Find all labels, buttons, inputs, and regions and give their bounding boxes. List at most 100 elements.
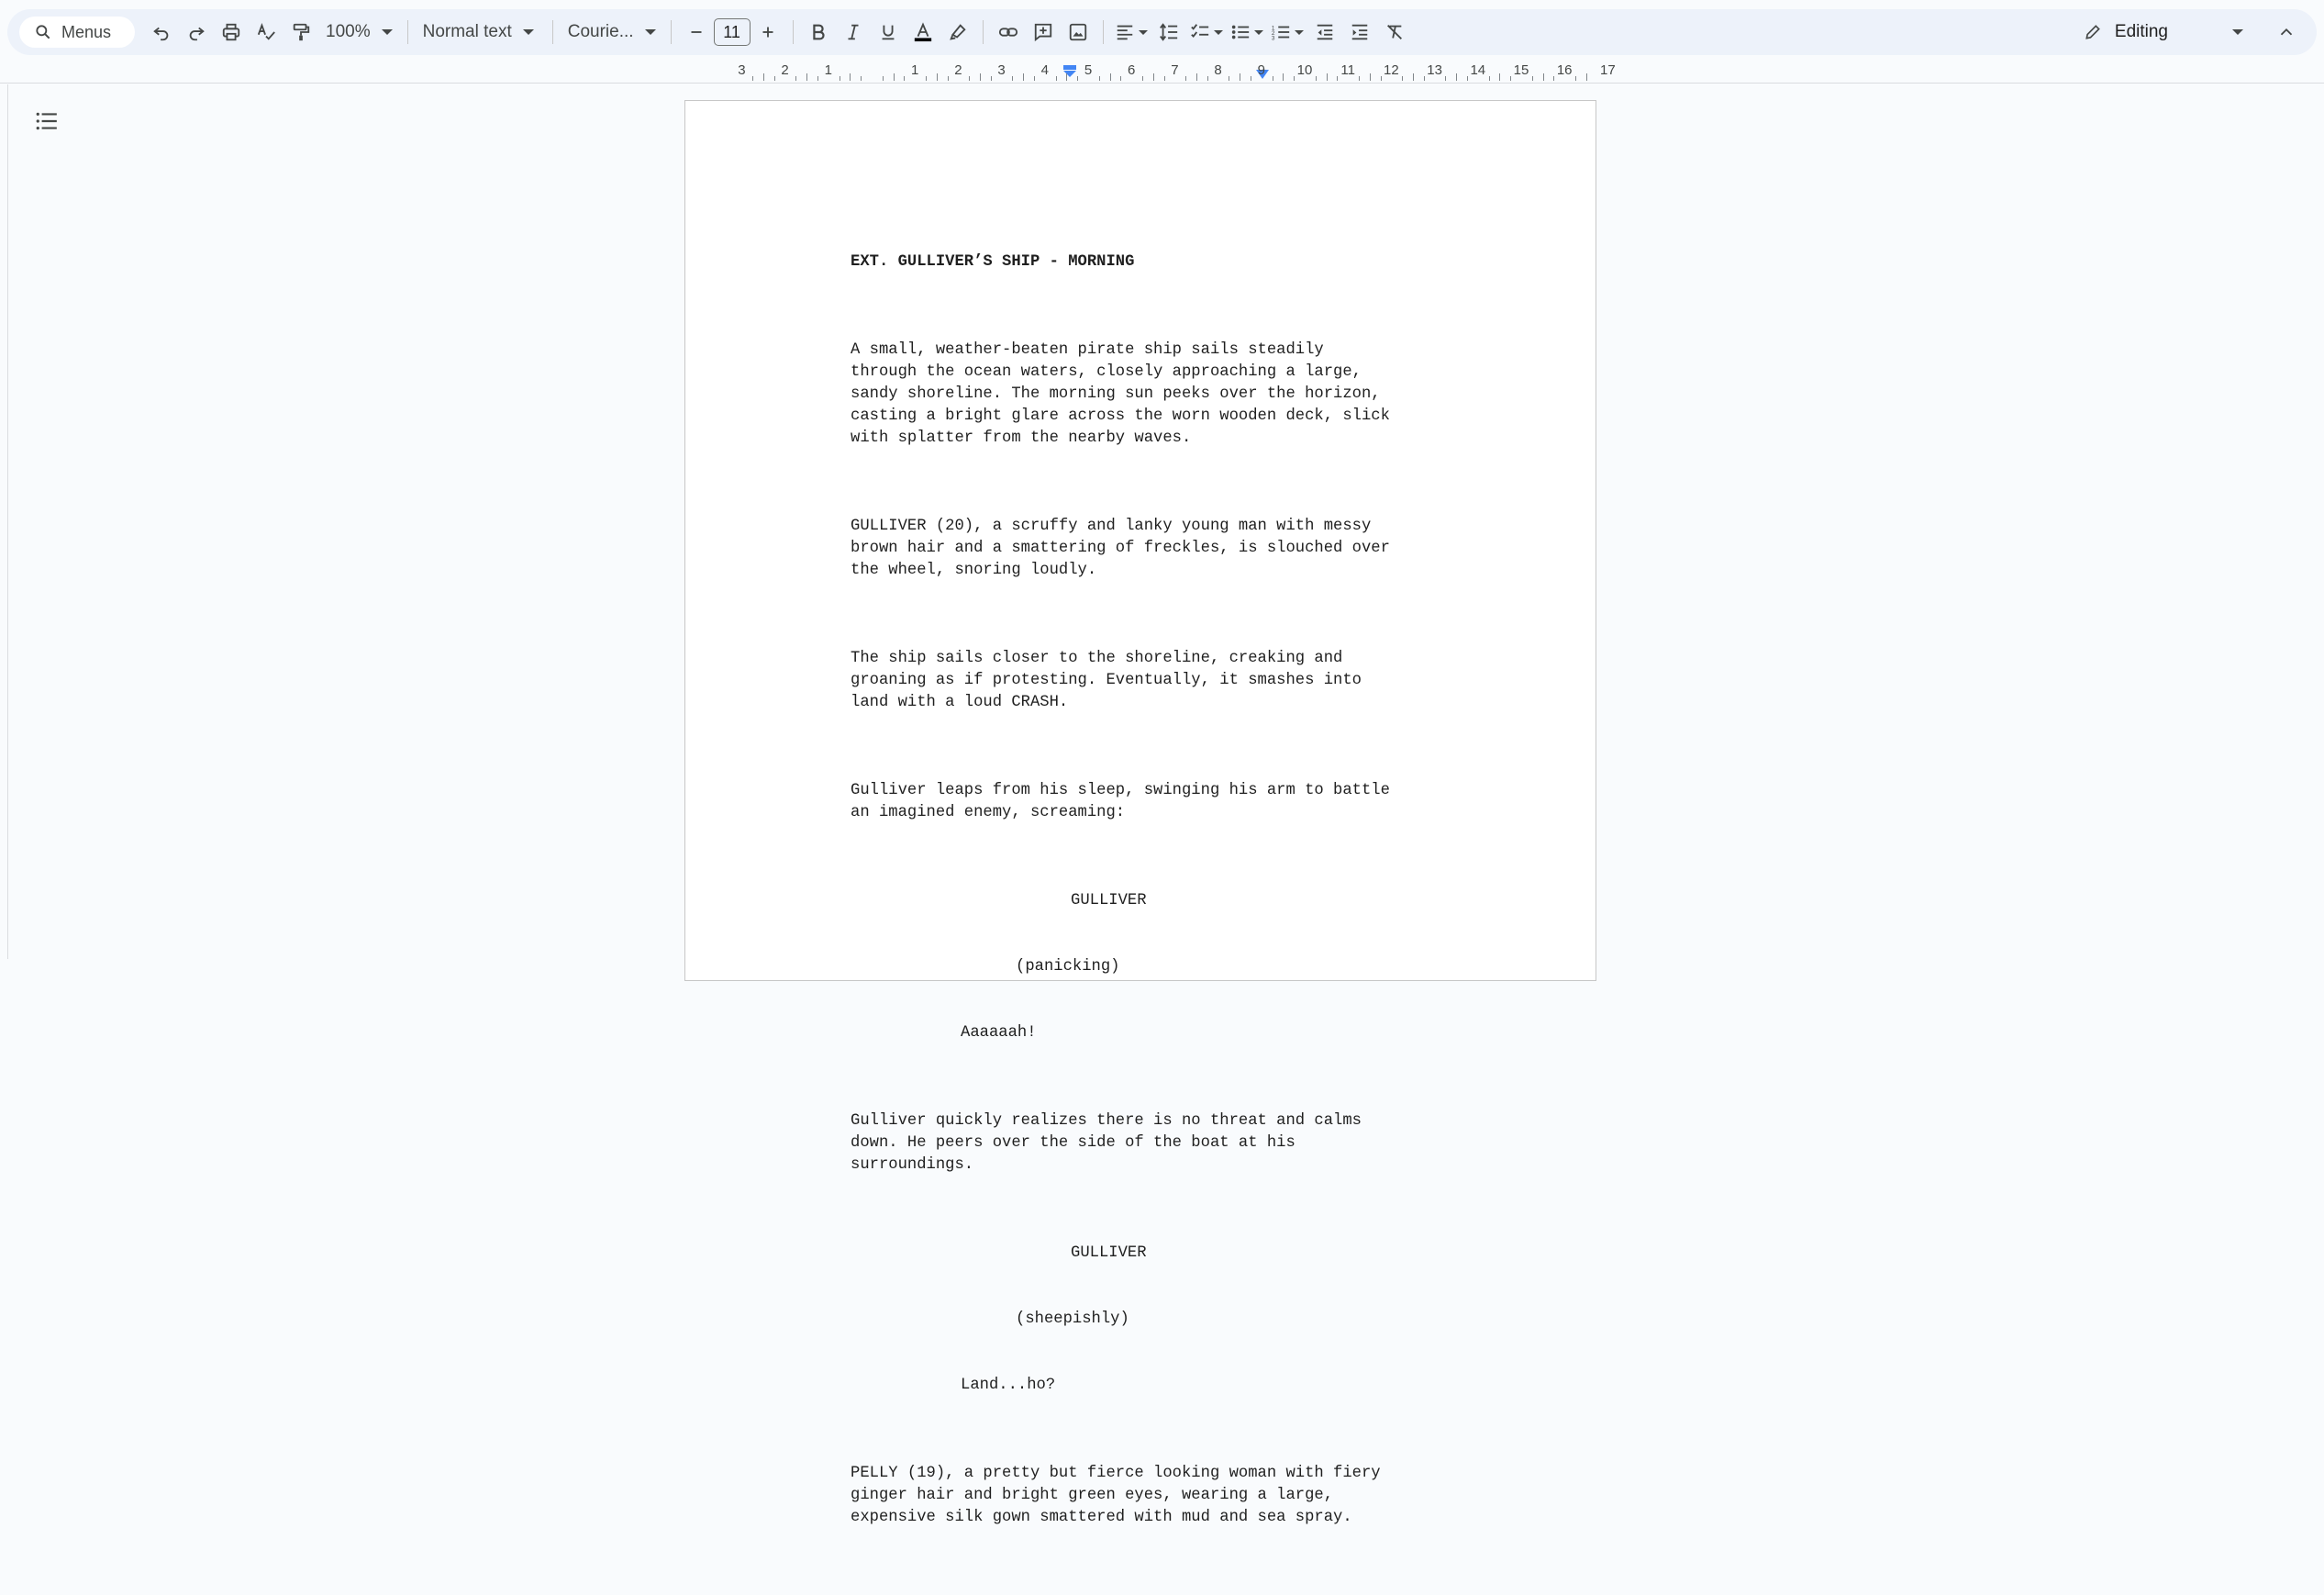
chevron-down-icon	[522, 29, 534, 35]
ruler-tick	[795, 76, 797, 81]
style-dropdown[interactable]: Normal text	[416, 15, 545, 50]
chevron-down-icon	[381, 29, 393, 35]
ruler-tick	[926, 76, 927, 81]
character-name: GULLIVER	[1071, 1244, 1147, 1262]
decrease-font-size-button[interactable]	[679, 15, 714, 50]
ruler-tick	[1066, 73, 1068, 81]
vertical-ruler	[0, 84, 8, 959]
ruler-label: 10	[1296, 62, 1313, 78]
decrease-indent-button[interactable]	[1307, 15, 1342, 50]
print-button[interactable]	[214, 15, 249, 50]
character-name: GULLIVER	[1071, 892, 1147, 909]
left-indent-marker-icon[interactable]	[1062, 65, 1077, 78]
font-size-input[interactable]: 11	[713, 18, 751, 46]
line-spacing-button[interactable]	[1151, 15, 1186, 50]
ruler-tick	[947, 76, 949, 81]
outline-list-icon	[36, 112, 57, 130]
ruler-label: 6	[1128, 62, 1136, 78]
ruler-tick	[1456, 73, 1458, 81]
ruler-label: 1	[911, 62, 919, 78]
paint-format-button[interactable]	[284, 15, 318, 50]
link-icon	[998, 28, 1017, 37]
document-outline-button[interactable]	[33, 107, 61, 135]
numbered-list-dropdown[interactable]: 123	[1267, 15, 1307, 50]
italic-button[interactable]	[836, 15, 871, 50]
ruler-tick	[1542, 73, 1544, 81]
dialogue: Aaaaaah!	[961, 1024, 1037, 1042]
minus-icon	[691, 31, 702, 33]
clear-formatting-button[interactable]	[1377, 15, 1412, 50]
ruler-tick	[1413, 73, 1414, 81]
align-dropdown[interactable]	[1111, 15, 1151, 50]
bold-icon	[812, 24, 825, 40]
editing-mode-dropdown[interactable]: Editing	[2084, 22, 2243, 42]
ruler-tick	[1326, 73, 1328, 81]
increase-font-size-button[interactable]	[751, 15, 785, 50]
print-icon	[222, 23, 240, 41]
plus-icon	[762, 27, 773, 38]
bulleted-list-dropdown[interactable]	[1227, 15, 1267, 50]
redo-icon	[189, 27, 205, 41]
ruler-tick	[1196, 73, 1197, 81]
align-left-icon	[1117, 25, 1132, 40]
redo-button[interactable]	[179, 15, 214, 50]
paint-format-icon	[293, 23, 310, 41]
search-menus-input[interactable]: Menus	[19, 17, 135, 48]
ruler-tick	[1467, 76, 1468, 81]
spellcheck-button[interactable]	[249, 15, 284, 50]
ruler-tick	[1531, 76, 1533, 81]
ruler-tick	[1553, 76, 1555, 81]
divider	[406, 20, 408, 44]
action-paragraph: PELLY (19), a pretty but fierce looking …	[851, 1465, 1381, 1526]
chevron-down-icon	[1294, 29, 1304, 35]
ruler-tick	[1499, 73, 1501, 81]
ruler-tick	[1109, 73, 1111, 81]
ruler-label: 3	[738, 62, 746, 78]
ruler-tick	[1337, 76, 1339, 81]
font-dropdown[interactable]: Courie...	[561, 15, 663, 50]
chevron-down-icon	[644, 29, 656, 35]
bulleted-list-icon	[1231, 25, 1249, 39]
bold-button[interactable]	[801, 15, 836, 50]
underline-button[interactable]	[871, 15, 906, 50]
screenplay-body[interactable]: EXT. GULLIVER’S SHIP - MORNING A small, …	[851, 207, 1493, 1595]
hide-menus-button[interactable]	[2269, 15, 2304, 50]
ruler-scale[interactable]: 3 2 1 1 2 3 4 5 6 7 8 9 10 11 12 13 14 15 16 17	[683, 62, 1616, 83]
ruler-label: 13	[1427, 62, 1442, 78]
ruler-tick	[806, 73, 808, 81]
chevron-down-icon	[1253, 29, 1263, 35]
document-page[interactable]: EXT. GULLIVER’S SHIP - MORNING A small, …	[684, 100, 1596, 1526]
chevron-down-icon	[1138, 29, 1148, 35]
increase-indent-button[interactable]	[1342, 15, 1377, 50]
add-comment-icon	[1034, 23, 1051, 42]
ruler-tick	[1098, 76, 1100, 81]
action-paragraph: Gulliver leaps from his sleep, swinging …	[851, 782, 1390, 821]
chevron-down-icon	[2232, 29, 2243, 35]
ruler-tick	[1315, 76, 1317, 81]
spellcheck-icon	[257, 22, 275, 40]
ruler-tick	[1120, 76, 1122, 81]
text-color-button[interactable]	[906, 15, 940, 50]
ruler-tick	[1023, 73, 1025, 81]
ruler-label: 14	[1470, 62, 1486, 78]
add-comment-button[interactable]	[1026, 15, 1061, 50]
search-icon	[36, 25, 50, 39]
highlight-color-button[interactable]	[940, 15, 975, 50]
ruler-tick	[1034, 76, 1035, 81]
ruler-tick	[773, 76, 775, 81]
ruler-label: 17	[1600, 62, 1616, 78]
ruler-tick	[1142, 76, 1143, 81]
divider	[982, 20, 984, 44]
checklist-icon	[1190, 24, 1208, 38]
svg-text:3: 3	[1271, 35, 1274, 41]
numbered-list-icon: 123	[1271, 25, 1289, 41]
parenthetical: (sheepishly)	[1016, 1311, 1129, 1328]
zoom-dropdown[interactable]: 100%	[318, 15, 400, 50]
checklist-dropdown[interactable]	[1186, 15, 1227, 50]
parenthetical: (panicking)	[1016, 958, 1120, 976]
undo-button[interactable]	[144, 15, 179, 50]
insert-image-button[interactable]	[1061, 15, 1095, 50]
decrease-indent-icon	[1317, 24, 1332, 40]
insert-link-button[interactable]	[991, 15, 1026, 50]
ruler-tick	[850, 73, 851, 81]
